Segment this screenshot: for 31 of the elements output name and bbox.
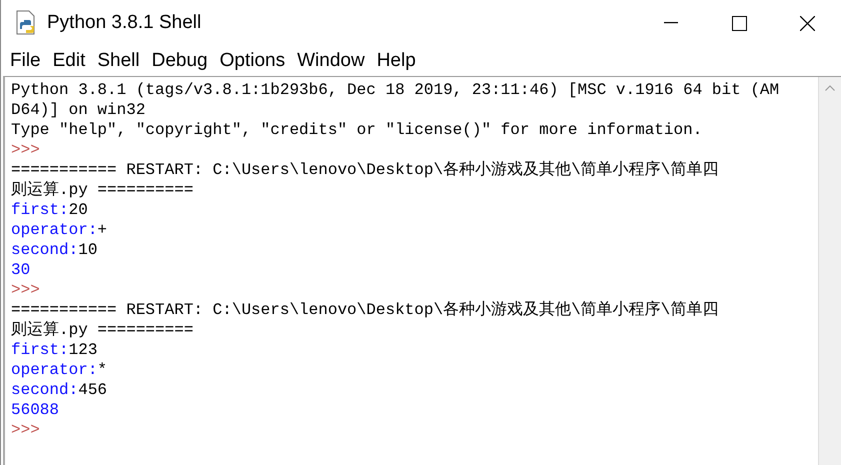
shell-prompt: >>> bbox=[11, 280, 41, 300]
window-title: Python 3.8.1 Shell bbox=[47, 12, 202, 34]
shell-line: second:456 bbox=[11, 380, 108, 400]
shell-line: first:20 bbox=[11, 200, 89, 220]
shell-line: operator:+ bbox=[11, 220, 108, 240]
shell-line: 56088 bbox=[11, 400, 60, 420]
scroll-up-icon bbox=[825, 85, 835, 91]
menu-item[interactable]: Edit bbox=[46, 50, 92, 72]
shell-line: operator:* bbox=[11, 360, 108, 380]
shell-line: 则运算.py ========== bbox=[11, 180, 194, 200]
shell-line: second:10 bbox=[11, 240, 98, 260]
shell-line: first:123 bbox=[11, 340, 98, 360]
menu-item[interactable]: Options bbox=[214, 50, 292, 72]
menu-item[interactable]: Help bbox=[370, 50, 422, 72]
shell-line: =========== RESTART: C:\Users\lenovo\Desktop\各种小游戏及其他\简单小程序\简单四 bbox=[11, 300, 720, 320]
menu-item[interactable]: Shell bbox=[91, 50, 146, 72]
scrollbar[interactable] bbox=[818, 77, 841, 465]
shell-line: Python 3.8.1 (tags/v3.8.1:1b293b6, Dec 18 2019, 23:11:46) [MSC v.1916 64 bit (AM bbox=[11, 80, 780, 100]
maximize-icon bbox=[732, 16, 746, 30]
menu-item[interactable]: Debug bbox=[146, 50, 214, 72]
shell-line: 30 bbox=[11, 260, 32, 280]
menu-item[interactable]: File bbox=[4, 50, 47, 72]
shell-line: D64)] on win32 bbox=[11, 100, 146, 120]
shell-prompt: >>> bbox=[11, 420, 41, 440]
shell-line: 则运算.py ========== bbox=[11, 320, 194, 340]
shell-line: Type "help", "copyright", "credits" or "license()" for more information. bbox=[11, 120, 704, 140]
minimize-icon bbox=[664, 22, 678, 24]
menu-item[interactable]: Window bbox=[291, 50, 371, 72]
close-icon bbox=[800, 16, 814, 30]
shell-line: =========== RESTART: C:\Users\lenovo\Desktop\各种小游戏及其他\简单小程序\简单四 bbox=[11, 160, 720, 180]
shell-prompt: >>> bbox=[11, 140, 41, 160]
